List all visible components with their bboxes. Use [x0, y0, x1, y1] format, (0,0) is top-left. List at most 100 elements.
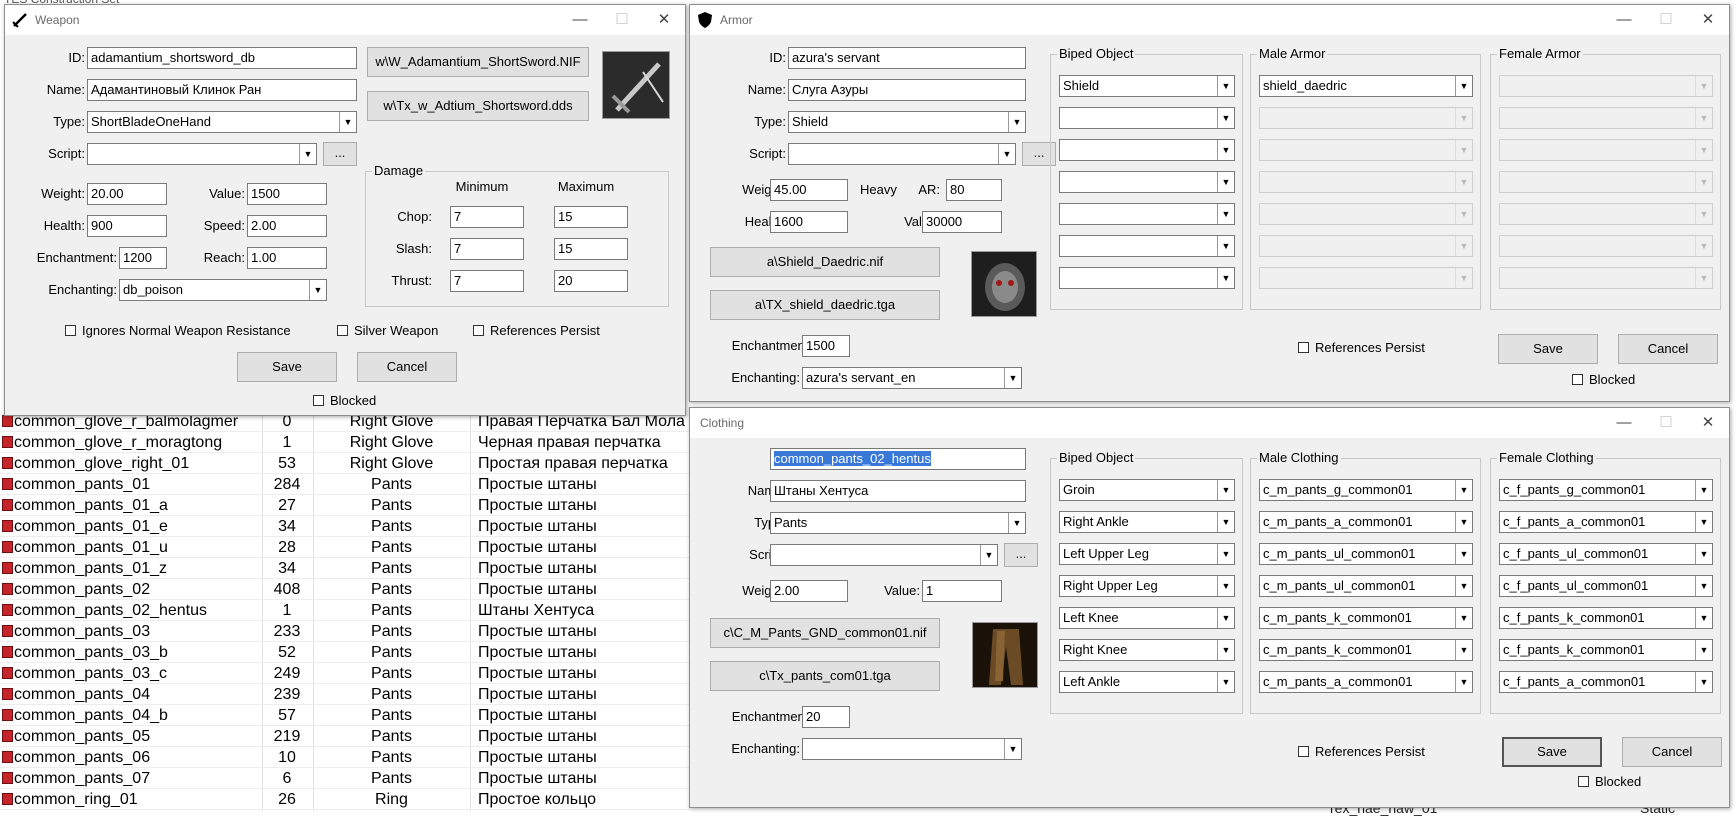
clothing-female-select[interactable]: c_f_pants_a_common01 ▼: [1499, 511, 1713, 533]
id-field[interactable]: azura's servant: [788, 47, 1026, 69]
armor-male-select[interactable]: ▼: [1259, 235, 1473, 257]
id-field[interactable]: adamantium_shortsword_db: [87, 47, 357, 69]
close-button[interactable]: ✕: [1687, 408, 1729, 438]
weapon-titlebar[interactable]: Weapon — ☐ ✕: [5, 5, 685, 35]
armor-female-select[interactable]: ▼: [1499, 267, 1713, 289]
references-persist-checkbox[interactable]: References Persist: [1298, 744, 1425, 760]
weight-field[interactable]: 20.00: [87, 183, 167, 205]
type-select[interactable]: Pants ▼: [770, 512, 1026, 534]
list-item[interactable]: common_glove_r_moragtong 1 Right Glove Черн…: [0, 432, 690, 453]
clothing-biped-select[interactable]: Left Upper Leg ▼: [1059, 543, 1235, 565]
list-item[interactable]: common_pants_01_e 34 Pants Простые штаны: [0, 516, 690, 537]
list-item[interactable]: common_pants_03 233 Pants Простые штаны: [0, 621, 690, 642]
script-edit-button[interactable]: ...: [323, 142, 357, 166]
ar-field[interactable]: 80: [946, 179, 1002, 201]
script-select[interactable]: ▼: [87, 143, 317, 165]
clothing-biped-select[interactable]: Groin ▼: [1059, 479, 1235, 501]
blocked-checkbox[interactable]: Blocked: [1578, 774, 1641, 790]
list-item[interactable]: common_pants_02_hentus 1 Pants Штаны Хентус…: [0, 600, 690, 621]
clothing-male-select[interactable]: c_m_pants_g_common01 ▼: [1259, 479, 1473, 501]
reach-field[interactable]: 1.00: [247, 247, 327, 269]
list-item[interactable]: common_pants_04 239 Pants Простые штаны: [0, 684, 690, 705]
clothing-biped-select[interactable]: Right Upper Leg ▼: [1059, 575, 1235, 597]
slash-max-field[interactable]: 15: [554, 238, 628, 260]
health-field[interactable]: 1600: [770, 211, 848, 233]
armor-male-select[interactable]: ▼: [1259, 267, 1473, 289]
armor-male-select[interactable]: ▼: [1259, 203, 1473, 225]
name-field[interactable]: Адамантиновый Клинок Ран: [87, 79, 357, 101]
speed-field[interactable]: 2.00: [247, 215, 327, 237]
icon-path-button[interactable]: w\Tx_w_Adtium_Shortsword.dds: [367, 91, 589, 121]
save-button[interactable]: Save: [1498, 334, 1598, 364]
clothing-biped-select[interactable]: Right Knee ▼: [1059, 639, 1235, 661]
blocked-checkbox[interactable]: Blocked: [313, 393, 376, 409]
list-item[interactable]: common_pants_04_b 57 Pants Простые штаны: [0, 705, 690, 726]
armor-biped-select[interactable]: ▼: [1059, 267, 1235, 289]
enchantment-field[interactable]: 20: [802, 706, 850, 728]
list-item[interactable]: common_pants_01_a 27 Pants Простые штаны: [0, 495, 690, 516]
list-item[interactable]: common_pants_01_u 28 Pants Простые штаны: [0, 537, 690, 558]
icon-path-button[interactable]: a\TX_shield_daedric.tga: [710, 290, 940, 320]
list-item[interactable]: common_pants_03_c 249 Pants Простые штаны: [0, 663, 690, 684]
armor-biped-select[interactable]: ▼: [1059, 139, 1235, 161]
name-field[interactable]: Штаны Хентуса: [770, 480, 1026, 502]
clothing-male-select[interactable]: c_m_pants_ul_common01 ▼: [1259, 543, 1473, 565]
clothing-titlebar[interactable]: Clothing — ☐ ✕: [690, 408, 1729, 438]
save-button[interactable]: Save: [1502, 737, 1602, 767]
value-field[interactable]: 30000: [922, 211, 1002, 233]
slash-min-field[interactable]: 7: [450, 238, 524, 260]
icon-path-button[interactable]: c\Tx_pants_com01.tga: [710, 661, 940, 691]
armor-male-select[interactable]: shield_daedric ▼: [1259, 75, 1473, 97]
minimize-button[interactable]: —: [559, 5, 601, 35]
armor-biped-select[interactable]: ▼: [1059, 107, 1235, 129]
armor-female-select[interactable]: ▼: [1499, 107, 1713, 129]
list-item[interactable]: common_pants_06 10 Pants Простые штаны: [0, 747, 690, 768]
clothing-female-select[interactable]: c_f_pants_k_common01 ▼: [1499, 607, 1713, 629]
clothing-male-select[interactable]: c_m_pants_a_common01 ▼: [1259, 671, 1473, 693]
clothing-male-select[interactable]: c_m_pants_k_common01 ▼: [1259, 639, 1473, 661]
list-item[interactable]: common_pants_07 6 Pants Простые штаны: [0, 768, 690, 789]
script-select[interactable]: ▼: [788, 143, 1016, 165]
maximize-button[interactable]: ☐: [601, 5, 643, 35]
close-button[interactable]: ✕: [643, 5, 685, 35]
clothing-male-select[interactable]: c_m_pants_a_common01 ▼: [1259, 511, 1473, 533]
minimize-button[interactable]: —: [1603, 408, 1645, 438]
list-item[interactable]: common_glove_right_01 53 Right Glove Проста…: [0, 453, 690, 474]
thrust-max-field[interactable]: 20: [554, 270, 628, 292]
weight-field[interactable]: 45.00: [770, 179, 848, 201]
references-persist-checkbox[interactable]: References Persist: [473, 323, 600, 339]
type-select[interactable]: Shield ▼: [788, 111, 1026, 133]
armor-biped-select[interactable]: Shield ▼: [1059, 75, 1235, 97]
armor-male-select[interactable]: ▼: [1259, 107, 1473, 129]
thrust-min-field[interactable]: 7: [450, 270, 524, 292]
references-persist-checkbox[interactable]: References Persist: [1298, 340, 1425, 356]
list-item[interactable]: common_ring_01 26 Ring Простое кольцо: [0, 789, 690, 810]
maximize-button[interactable]: ☐: [1645, 408, 1687, 438]
cancel-button[interactable]: Cancel: [1622, 737, 1722, 767]
clothing-biped-select[interactable]: Left Knee ▼: [1059, 607, 1235, 629]
cancel-button[interactable]: Cancel: [1618, 334, 1718, 364]
list-item[interactable]: common_pants_03_b 52 Pants Простые штаны: [0, 642, 690, 663]
model-button[interactable]: c\C_M_Pants_GND_common01.nif: [710, 618, 940, 648]
armor-male-select[interactable]: ▼: [1259, 171, 1473, 193]
armor-female-select[interactable]: ▼: [1499, 203, 1713, 225]
list-item[interactable]: common_pants_01_z 34 Pants Простые штаны: [0, 558, 690, 579]
model-button[interactable]: a\Shield_Daedric.nif: [710, 247, 940, 277]
list-item[interactable]: common_pants_01 284 Pants Простые штаны: [0, 474, 690, 495]
clothing-male-select[interactable]: c_m_pants_ul_common01 ▼: [1259, 575, 1473, 597]
armor-biped-select[interactable]: ▼: [1059, 235, 1235, 257]
script-edit-button[interactable]: ...: [1004, 543, 1038, 567]
armor-biped-select[interactable]: ▼: [1059, 203, 1235, 225]
clothing-female-select[interactable]: c_f_pants_ul_common01 ▼: [1499, 543, 1713, 565]
clothing-female-select[interactable]: c_f_pants_ul_common01 ▼: [1499, 575, 1713, 597]
id-field[interactable]: common_pants_02_hentus: [770, 448, 1026, 470]
armor-female-select[interactable]: ▼: [1499, 139, 1713, 161]
list-item[interactable]: common_pants_02 408 Pants Простые штаны: [0, 579, 690, 600]
clothing-female-select[interactable]: c_f_pants_k_common01 ▼: [1499, 639, 1713, 661]
armor-female-select[interactable]: ▼: [1499, 75, 1713, 97]
enchanting-select[interactable]: ▼: [802, 738, 1022, 760]
cancel-button[interactable]: Cancel: [357, 352, 457, 382]
blocked-checkbox[interactable]: Blocked: [1572, 372, 1635, 388]
save-button[interactable]: Save: [237, 352, 337, 382]
enchantment-field[interactable]: 1500: [802, 335, 850, 357]
